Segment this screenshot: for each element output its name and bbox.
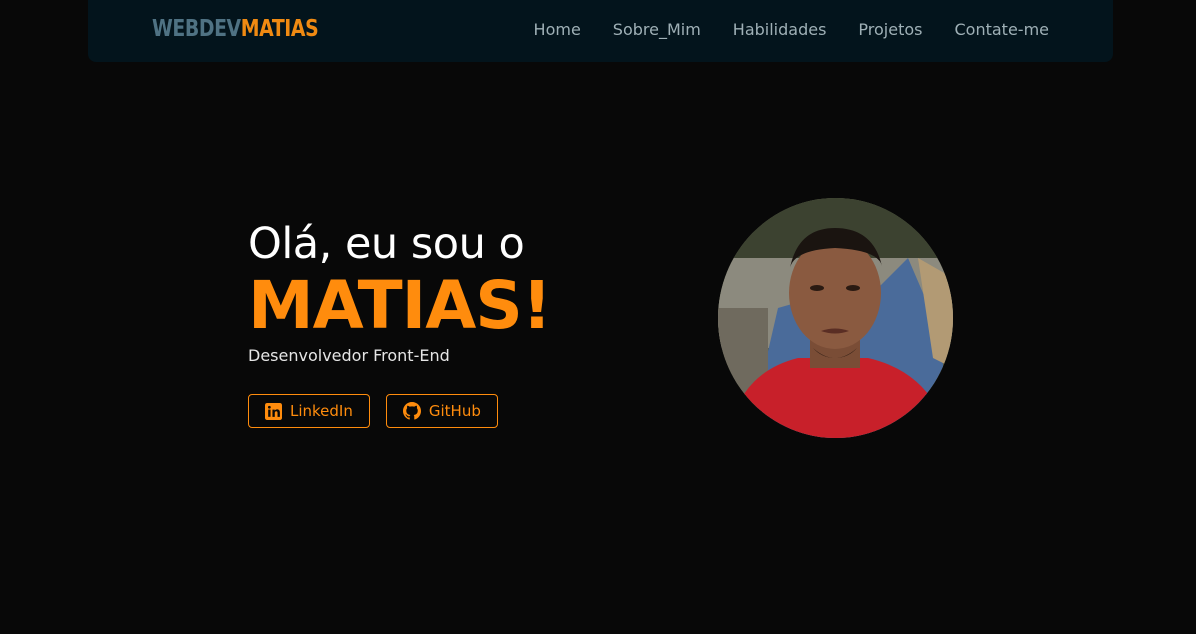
navbar: WEBDEVMATIAS Home Sobre_Mim Habilidades …: [88, 0, 1113, 62]
nav-link-projetos[interactable]: Projetos: [858, 20, 922, 39]
github-button-label: GitHub: [428, 402, 481, 420]
hero-role: Desenvolvedor Front-End: [248, 346, 450, 365]
profile-photo: [718, 198, 953, 438]
hero-greeting: Olá, eu sou o: [248, 219, 525, 269]
profile-avatar: [718, 198, 953, 438]
hero-section: Olá, eu sou o MATIAS! Desenvolvedor Fron…: [248, 216, 552, 428]
nav-link-home[interactable]: Home: [534, 20, 581, 39]
nav-link-sobre-mim[interactable]: Sobre_Mim: [613, 20, 701, 39]
nav-menu: Home Sobre_Mim Habilidades Projetos Cont…: [534, 20, 1049, 39]
nav-link-habilidades[interactable]: Habilidades: [733, 20, 827, 39]
social-buttons: LinkedIn GitHub: [248, 394, 551, 428]
github-icon: [402, 402, 421, 420]
logo-text-webdev: WEBDEV: [152, 16, 241, 42]
linkedin-button-label: LinkedIn: [290, 402, 353, 420]
logo-text-matias: MATIAS: [240, 16, 319, 42]
hero-name: MATIAS!: [248, 267, 552, 344]
nav-link-contate-me[interactable]: Contate-me: [955, 20, 1050, 39]
linkedin-button[interactable]: LinkedIn: [248, 394, 370, 428]
site-logo[interactable]: WEBDEVMATIAS: [152, 16, 319, 42]
github-button[interactable]: GitHub: [385, 394, 498, 428]
linkedin-icon: [265, 402, 282, 420]
